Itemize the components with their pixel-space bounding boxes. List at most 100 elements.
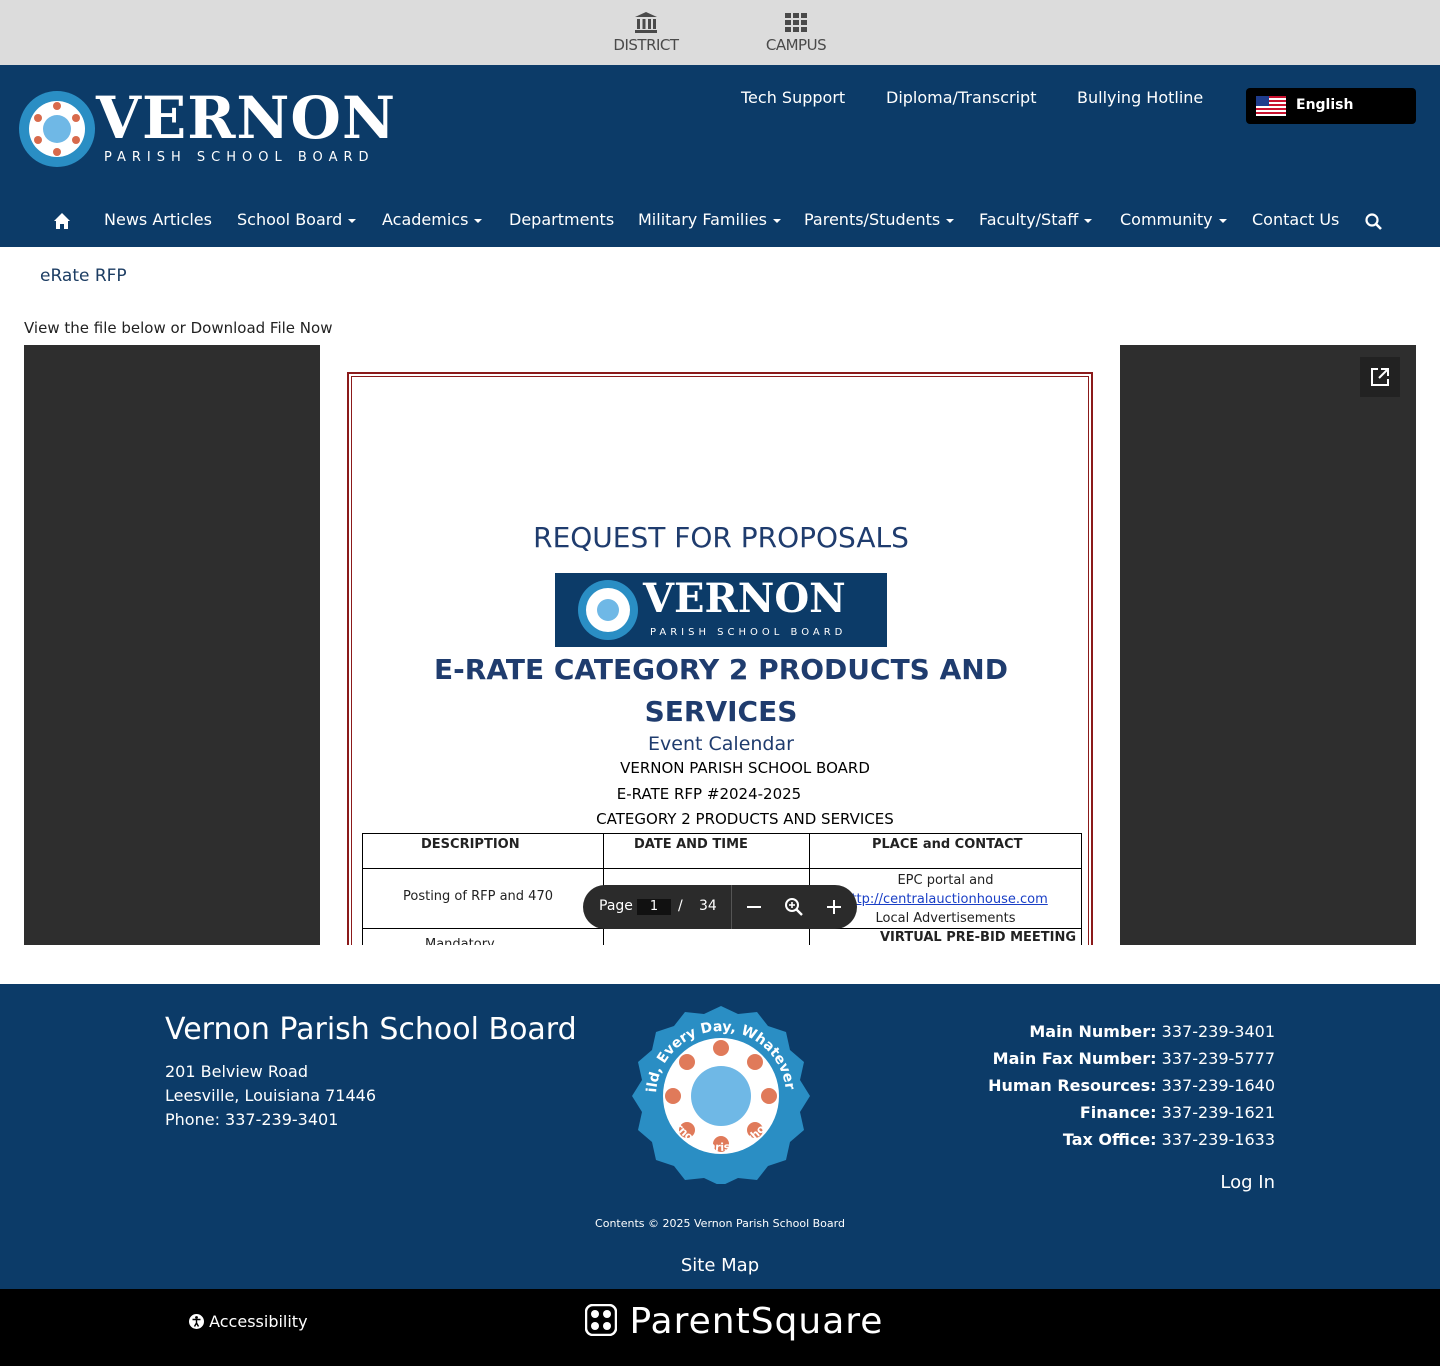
accessibility-label: Accessibility bbox=[209, 1312, 308, 1331]
contact-finance: Finance: 337-239-1621 bbox=[988, 1099, 1275, 1126]
page-title: eRate RFP bbox=[40, 266, 127, 286]
pdf-logo-subtitle: PARISH SCHOOL BOARD bbox=[650, 627, 847, 638]
parentsquare-brand[interactable]: ParentSquare bbox=[584, 1301, 884, 1342]
caret-down-icon bbox=[1084, 218, 1093, 223]
pdf-heading-line2: SERVICES bbox=[644, 695, 798, 728]
tech-support-link[interactable]: Tech Support bbox=[741, 88, 845, 107]
search-icon[interactable] bbox=[1365, 213, 1382, 230]
language-selector[interactable]: English bbox=[1246, 88, 1416, 124]
nav-military-families[interactable]: Military Families bbox=[638, 210, 781, 229]
bullying-hotline-link[interactable]: Bullying Hotline bbox=[1077, 88, 1203, 107]
total-pages: 34 bbox=[699, 898, 717, 914]
pdf-toolbar: Page 1 / 34 bbox=[583, 885, 857, 929]
contact-value: 337-239-3401 bbox=[1161, 1022, 1275, 1041]
table-header-cell: PLACE and CONTACT bbox=[809, 833, 1082, 869]
diploma-transcript-link[interactable]: Diploma/Transcript bbox=[886, 88, 1036, 107]
open-in-new-window-button[interactable] bbox=[1360, 357, 1400, 397]
nav-community[interactable]: Community bbox=[1120, 210, 1227, 229]
caret-down-icon bbox=[1218, 218, 1227, 223]
contact-tax-office: Tax Office: 337-239-1633 bbox=[988, 1126, 1275, 1153]
district-link[interactable]: DISTRICT bbox=[586, 10, 706, 54]
table-row: Mandatory VIRTUAL PRE-BID MEETING bbox=[362, 928, 1082, 945]
table-cell: VIRTUAL PRE-BID MEETING bbox=[809, 928, 1082, 945]
district-seal-logo: Every Child, Every Day, Whatever It Take… bbox=[628, 1004, 810, 1184]
pdf-line-3: CATEGORY 2 PRODUCTS AND SERVICES bbox=[596, 810, 894, 828]
nav-faculty-staff-label: Faculty/Staff bbox=[979, 210, 1079, 229]
pdf-district-logo: VERNON PARISH SCHOOL BOARD bbox=[555, 573, 887, 647]
site-map-link[interactable]: Site Map bbox=[0, 1255, 1440, 1276]
nav-parents-students-label: Parents/Students bbox=[804, 210, 941, 229]
pdf-logo-word: VERNON bbox=[643, 575, 846, 622]
pdf-heading-line1: E-RATE CATEGORY 2 PRODUCTS AND bbox=[434, 653, 1008, 686]
address-line-1: 201 Belview Road bbox=[165, 1062, 308, 1081]
contact-label: Finance: bbox=[1079, 1103, 1157, 1122]
site-map-label: Site Map bbox=[680, 1255, 760, 1276]
caret-down-icon bbox=[773, 218, 781, 223]
place-line: EPC portal and bbox=[897, 873, 994, 888]
us-flag-icon bbox=[1256, 96, 1286, 116]
nav-news-articles[interactable]: News Articles bbox=[104, 210, 212, 229]
copyright: Contents © 2025 Vernon Parish School Boa… bbox=[595, 1217, 845, 1230]
nav-parents-students[interactable]: Parents/Students bbox=[804, 210, 955, 229]
contact-label: Human Resources: bbox=[988, 1076, 1157, 1095]
contact-human-resources: Human Resources: 337-239-1640 bbox=[988, 1072, 1275, 1099]
nav-school-board[interactable]: School Board bbox=[237, 210, 357, 229]
top-bar: DISTRICT CAMPUS bbox=[0, 0, 1440, 65]
grid-icon bbox=[785, 13, 807, 32]
logo-wordmark[interactable]: VERNON bbox=[96, 84, 396, 152]
login-link[interactable]: Log In bbox=[1220, 1172, 1275, 1193]
contact-value: 337-239-1633 bbox=[1161, 1130, 1275, 1149]
nav-faculty-staff[interactable]: Faculty/Staff bbox=[979, 210, 1093, 229]
contact-label: Tax Office: bbox=[1062, 1130, 1157, 1149]
pdf-line-1: VERNON PARISH SCHOOL BOARD bbox=[620, 759, 870, 777]
page-number-input[interactable]: 1 bbox=[637, 899, 671, 915]
contact-main-number: Main Number: 337-239-3401 bbox=[988, 1018, 1275, 1045]
district-seal-logo bbox=[578, 580, 638, 640]
campus-link[interactable]: CAMPUS bbox=[736, 10, 856, 54]
pdf-viewer[interactable]: REQUEST FOR PROPOSALS VERNON PARISH SCHO… bbox=[24, 345, 1416, 945]
pdf-line-2: E-RATE RFP #2024-2025 bbox=[616, 785, 802, 803]
contact-value: 337-239-1640 bbox=[1161, 1076, 1275, 1095]
district-label: DISTRICT bbox=[613, 36, 679, 54]
accessibility-link[interactable]: Accessibility bbox=[189, 1312, 308, 1331]
external-link-icon bbox=[1371, 368, 1389, 386]
nav-contact-us[interactable]: Contact Us bbox=[1252, 210, 1339, 229]
address-line-2: Leesville, Louisiana 71446 bbox=[165, 1086, 376, 1105]
bottom-bar: Accessibility ParentSquare bbox=[0, 1289, 1440, 1366]
caret-down-icon bbox=[348, 218, 357, 223]
footer-contacts: Main Number: 337-239-3401 Main Fax Numbe… bbox=[988, 1018, 1275, 1153]
footer-phone: Phone: 337-239-3401 bbox=[165, 1110, 339, 1129]
campus-label: CAMPUS bbox=[765, 36, 827, 54]
view-instructions: View the file below or Download File Now bbox=[24, 319, 333, 337]
contact-fax-number: Main Fax Number: 337-239-5777 bbox=[988, 1045, 1275, 1072]
table-header-cell: DATE AND TIME bbox=[603, 833, 810, 869]
table-header-row: DESCRIPTION DATE AND TIME PLACE and CONT… bbox=[362, 833, 1082, 869]
zoom-out-icon[interactable] bbox=[746, 899, 762, 915]
contact-value: 337-239-1621 bbox=[1161, 1103, 1275, 1122]
contact-label: Main Number: bbox=[1029, 1022, 1157, 1041]
zoom-in-icon[interactable] bbox=[826, 899, 842, 915]
nav-academics[interactable]: Academics bbox=[382, 210, 483, 229]
table-cell bbox=[603, 928, 810, 945]
page-label: Page bbox=[599, 898, 633, 914]
building-icon bbox=[635, 12, 657, 33]
nav-academics-label: Academics bbox=[382, 210, 469, 229]
pdf-subheading: Event Calendar bbox=[648, 733, 794, 755]
nav-departments-label: Departments bbox=[509, 210, 615, 229]
footer-org-name: Vernon Parish School Board bbox=[165, 1012, 577, 1047]
nav-community-label: Community bbox=[1120, 210, 1213, 229]
nav-military-families-label: Military Families bbox=[638, 210, 767, 229]
parentsquare-label: ParentSquare bbox=[629, 1301, 884, 1342]
caret-down-icon bbox=[474, 218, 483, 223]
nav-departments[interactable]: Departments bbox=[509, 210, 614, 229]
district-seal-logo[interactable] bbox=[18, 90, 96, 168]
zoom-fit-icon[interactable] bbox=[784, 897, 804, 917]
table-cell: Mandatory bbox=[362, 928, 604, 945]
contact-value: 337-239-5777 bbox=[1161, 1049, 1275, 1068]
site-footer: Vernon Parish School Board 201 Belview R… bbox=[0, 984, 1440, 1289]
page-separator: / bbox=[678, 898, 683, 914]
table-cell: Posting of RFP and 470 bbox=[362, 868, 604, 929]
logo-subtitle: PARISH SCHOOL BOARD bbox=[104, 150, 375, 165]
parentsquare-logo-icon bbox=[584, 1303, 618, 1337]
home-icon[interactable] bbox=[53, 212, 71, 230]
